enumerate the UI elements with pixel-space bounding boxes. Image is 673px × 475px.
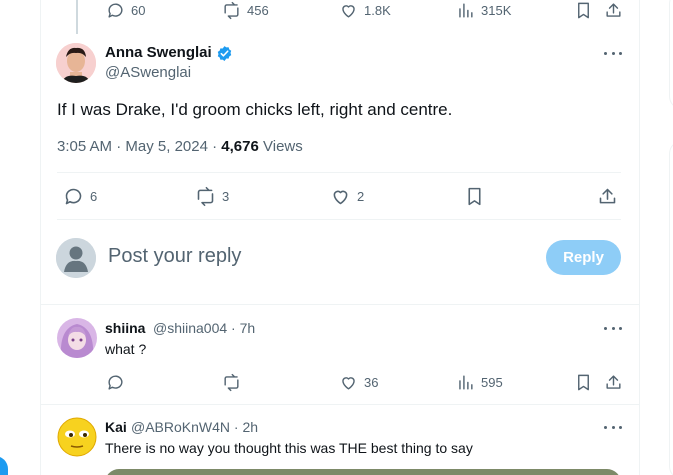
current-user-avatar[interactable] [56,238,96,278]
bookmark-icon [578,374,589,391]
more-options-icon[interactable] [604,50,622,56]
reply-count: 6 [90,189,98,204]
reply-time[interactable]: 7h [240,320,256,336]
retweet-count: 3 [222,189,230,204]
analytics-icon [459,3,473,18]
more-options-icon[interactable] [604,325,622,331]
share-icon [606,3,621,17]
reply-button[interactable]: 6 [63,186,97,207]
heart-icon [342,377,355,390]
retweet-button[interactable]: 3 [195,186,229,207]
reply-text: There is no way you thought this was THE… [105,440,473,456]
reply-time[interactable]: 2h [242,419,258,435]
reply-button[interactable] [106,373,125,392]
column-border-right [639,0,640,475]
bookmark-button[interactable] [464,186,485,207]
author-name[interactable]: Anna Swenglai [105,44,212,61]
tweet-meta: 3:05 AM · May 5, 2024 · 4,676 Views [57,138,303,155]
heart-icon [342,5,355,18]
share-icon [599,188,616,204]
retweet-icon [224,373,239,392]
reply-author-meta: @shiina004 · 7h [153,320,255,336]
sidebar-card [669,140,673,475]
heart-icon [333,190,348,205]
meta-separator: · [212,138,218,155]
retweet-icon [197,186,214,207]
bookmark-icon [468,187,481,206]
views-count: 595 [481,375,503,390]
avatar[interactable] [56,43,96,83]
views-label: Views [263,138,303,155]
like-button[interactable]: 2 [330,186,364,207]
reply-avatar[interactable] [57,318,97,358]
retweet-count: 456 [247,3,269,18]
tweet-text: If I was Drake, I'd groom chicks left, r… [57,100,453,119]
divider [57,219,621,220]
divider [41,404,639,405]
conversation-view: 60 456 1.8K 315K Anna Swenglai @ASwengla… [0,0,673,475]
bookmark-button[interactable] [574,373,593,392]
author-handle[interactable]: @ASwenglai [105,64,191,81]
sidebar-card [669,0,673,110]
tweet-date[interactable]: May 5, 2024 [125,138,208,155]
retweet-button[interactable]: 456 [222,1,269,20]
meta-separator: · [233,419,239,435]
like-button[interactable]: 1.8K [339,1,391,20]
verified-badge-icon [217,46,232,61]
like-count: 1.8K [364,3,391,18]
profile-photo [56,43,96,83]
views-button[interactable]: 595 [456,373,503,392]
divider [57,172,621,173]
floating-compose-button[interactable] [0,456,8,475]
profile-photo [57,417,97,457]
reply-icon [65,188,82,205]
reply-author-handle[interactable]: @ABRoKnW4N [131,419,230,435]
tweet-time[interactable]: 3:05 AM [57,138,112,155]
analytics-icon [459,375,473,390]
bookmark-button[interactable] [574,1,593,20]
like-button[interactable]: 36 [339,373,378,392]
reply-icon [108,3,123,18]
reply-icon [108,375,123,390]
more-options-icon[interactable] [604,424,622,430]
views-button[interactable]: 315K [456,1,511,20]
like-count: 36 [364,375,379,390]
meta-separator: · [116,138,122,155]
reply-avatar[interactable] [57,417,97,457]
reply-media-image[interactable] [105,469,621,475]
reply-input[interactable]: Post your reply [108,245,241,268]
reply-author-meta: @ABRoKnW4N · 2h [131,419,258,435]
reply-text: what ? [105,341,147,357]
reply-button[interactable]: 60 [106,1,145,20]
default-avatar-icon [56,238,96,278]
divider [41,304,639,305]
share-button[interactable] [604,373,623,392]
share-button[interactable] [604,1,623,20]
thread-connector-line [76,0,78,34]
profile-photo [57,318,97,358]
reply-count: 60 [131,3,146,18]
share-button[interactable] [597,186,618,207]
meta-separator: · [231,320,236,336]
reply-submit-button[interactable]: Reply [546,240,621,275]
retweet-button[interactable] [222,373,241,392]
reply-author-name[interactable]: Kai [105,419,127,435]
reply-author-handle[interactable]: @shiina004 [153,320,227,336]
retweet-icon [224,1,239,20]
bookmark-icon [578,2,589,19]
like-count: 2 [357,189,365,204]
views-count: 315K [481,3,512,18]
reply-author-name[interactable]: shiina [105,320,145,336]
views-total: 4,676 [221,138,259,155]
share-icon [606,375,621,389]
